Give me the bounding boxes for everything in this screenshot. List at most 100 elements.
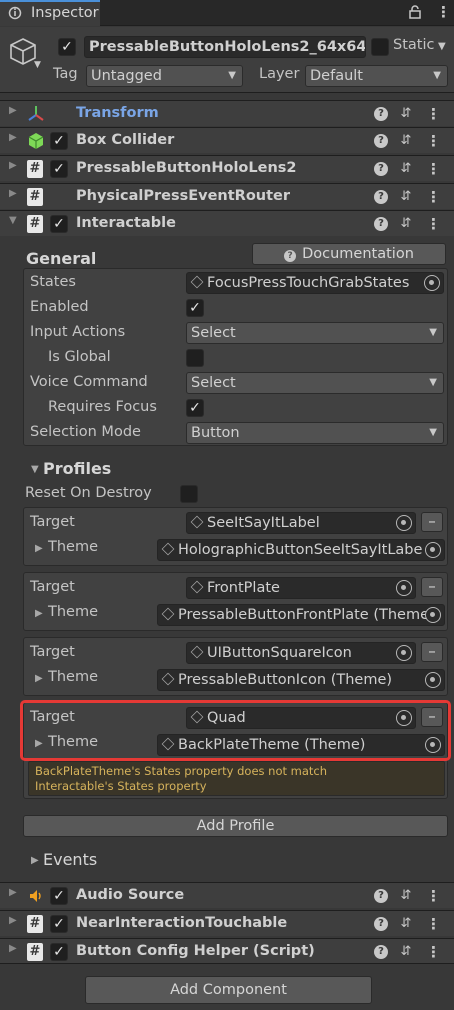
profile-target-field[interactable]: SeeItSayItLabel (186, 512, 416, 534)
component-near-interaction-touchable[interactable]: ▶ # ✓ NearInteractionTouchable ? ⇵ ⋮ (0, 910, 454, 936)
component-label: Transform (76, 105, 159, 121)
help-icon[interactable]: ? (374, 107, 388, 121)
component-enabled-checkbox[interactable]: ✓ (50, 943, 68, 961)
voice-command-dropdown[interactable]: Select ▼ (186, 372, 444, 394)
object-active-checkbox[interactable]: ✓ (58, 38, 76, 56)
kebab-menu-icon[interactable]: ⋮ (426, 161, 441, 177)
sliders-icon[interactable]: ⇵ (398, 216, 414, 232)
profile-theme-field[interactable]: PressableButtonFrontPlate (Theme (157, 604, 445, 626)
sliders-icon[interactable]: ⇵ (398, 106, 414, 122)
theme-expand-icon[interactable]: ▶ (35, 543, 43, 554)
profile-theme-field[interactable]: PressableButtonIcon (Theme) (157, 669, 445, 691)
kebab-menu-icon[interactable]: ⋮ (426, 216, 441, 232)
component-enabled-checkbox[interactable]: ✓ (50, 915, 68, 933)
tag-label: Tag (53, 66, 78, 82)
kebab-menu-icon[interactable]: ⋮ (426, 944, 441, 960)
profile-target-field[interactable]: UIButtonSquareIcon (186, 642, 416, 664)
component-enabled-checkbox[interactable]: ✓ (50, 215, 68, 233)
expand-arrow-icon[interactable]: ▶ (9, 188, 17, 199)
object-picker-icon[interactable] (425, 542, 441, 558)
object-picker-icon[interactable] (425, 607, 441, 623)
component-box-collider[interactable]: ▶ ✓ Box Collider ? ⇵ ⋮ (0, 127, 454, 153)
expand-arrow-icon[interactable]: ▶ (9, 887, 17, 898)
theme-expand-icon[interactable]: ▶ (35, 673, 43, 684)
kebab-menu-icon[interactable]: ⋮ (426, 888, 441, 904)
help-icon[interactable]: ? (374, 134, 388, 148)
kebab-menu-icon[interactable]: ⋮ (426, 189, 441, 205)
requires-focus-checkbox[interactable]: ✓ (186, 399, 204, 417)
component-actions: ? ⇵ ⋮ (374, 944, 444, 960)
remove-profile-button[interactable]: – (421, 642, 443, 662)
static-checkbox[interactable] (371, 38, 389, 56)
is-global-checkbox[interactable] (186, 349, 204, 367)
component-actions: ? ⇵ ⋮ (374, 161, 444, 177)
theme-expand-icon[interactable]: ▶ (35, 608, 43, 619)
component-enabled-checkbox[interactable]: ✓ (50, 160, 68, 178)
component-transform[interactable]: ▶ Transform ? ⇵ ⋮ (0, 100, 454, 126)
add-profile-button[interactable]: Add Profile (23, 815, 448, 837)
expand-arrow-icon[interactable]: ▶ (9, 915, 17, 926)
object-picker-icon[interactable] (396, 580, 412, 596)
sliders-icon[interactable]: ⇵ (398, 189, 414, 205)
help-icon[interactable]: ? (374, 945, 388, 959)
static-dropdown-icon[interactable]: ▼ (438, 41, 446, 52)
chevron-down-icon: ▼ (228, 70, 236, 81)
green-cube-icon (27, 132, 45, 150)
help-icon[interactable]: ? (374, 190, 388, 204)
component-actions: ? ⇵ ⋮ (374, 888, 444, 904)
reset-on-destroy-checkbox[interactable] (180, 485, 198, 503)
sliders-icon[interactable]: ⇵ (398, 916, 414, 932)
object-picker-icon[interactable] (396, 515, 412, 531)
help-icon[interactable]: ? (374, 217, 388, 231)
object-picker-icon[interactable] (396, 645, 412, 661)
warning-text: Interactable's States property (35, 779, 207, 793)
gameobject-icon (190, 580, 204, 594)
expand-arrow-icon[interactable]: ▶ (9, 132, 17, 143)
object-name-field[interactable]: PressableButtonHoloLens2_64x64(C (84, 36, 366, 58)
help-icon[interactable]: ? (374, 889, 388, 903)
component-button-config-helper[interactable]: ▶ # ✓ Button Config Helper (Script) ? ⇵ ⋮ (0, 938, 454, 964)
help-icon[interactable]: ? (374, 162, 388, 176)
collapse-arrow-icon[interactable]: ▼ (9, 215, 17, 226)
tab-inspector[interactable]: Inspector (0, 0, 100, 26)
help-icon[interactable]: ? (374, 917, 388, 931)
enabled-checkbox[interactable]: ✓ (186, 299, 204, 317)
component-pressable-button[interactable]: ▶ # ✓ PressableButtonHoloLens2 ? ⇵ ⋮ (0, 155, 454, 181)
states-label: States (30, 274, 76, 290)
sliders-icon[interactable]: ⇵ (398, 133, 414, 149)
expand-arrow-icon[interactable]: ▶ (9, 943, 17, 954)
sliders-icon[interactable]: ⇵ (398, 944, 414, 960)
component-audio-source[interactable]: ▶ ✓ Audio Source ? ⇵ ⋮ (0, 882, 454, 908)
profile-target-field[interactable]: FrontPlate (186, 577, 416, 599)
profiles-collapse-icon[interactable]: ▼ (31, 464, 39, 475)
input-actions-dropdown[interactable]: Select ▼ (186, 322, 444, 344)
events-expand-icon[interactable]: ▶ (31, 855, 39, 866)
profile-theme-label: Theme (48, 539, 99, 555)
object-picker-icon[interactable] (425, 672, 441, 688)
lock-icon[interactable] (408, 5, 422, 19)
kebab-menu-icon[interactable]: ⋮ (426, 916, 441, 932)
tag-dropdown[interactable]: Untagged ▼ (86, 65, 243, 87)
component-enabled-checkbox[interactable]: ✓ (50, 887, 68, 905)
cube-dropdown-icon[interactable]: ▼ (34, 60, 41, 70)
transform-axes-icon (27, 105, 45, 123)
documentation-button[interactable]: ? Documentation (252, 243, 446, 265)
object-picker-icon[interactable] (424, 275, 440, 291)
remove-profile-button[interactable]: – (421, 577, 443, 597)
selection-mode-dropdown[interactable]: Button ▼ (186, 422, 444, 444)
add-component-button[interactable]: Add Component (85, 976, 372, 1004)
kebab-menu-icon[interactable]: ⋮ (426, 133, 441, 149)
expand-arrow-icon[interactable]: ▶ (9, 105, 17, 116)
component-enabled-checkbox[interactable]: ✓ (50, 132, 68, 150)
expand-arrow-icon[interactable]: ▶ (9, 160, 17, 171)
sliders-icon[interactable]: ⇵ (398, 888, 414, 904)
states-field[interactable]: FocusPressTouchGrabStates (186, 272, 444, 294)
profile-theme-field[interactable]: HolographicButtonSeeItSayItLabe (157, 539, 445, 561)
component-physical-press-router[interactable]: ▶ # PhysicalPressEventRouter ? ⇵ ⋮ (0, 183, 454, 209)
layer-dropdown[interactable]: Default ▼ (305, 65, 448, 87)
component-interactable[interactable]: ▼ # ✓ Interactable ? ⇵ ⋮ (0, 210, 454, 236)
kebab-menu-icon[interactable]: ⋮ (436, 3, 451, 21)
sliders-icon[interactable]: ⇵ (398, 161, 414, 177)
remove-profile-button[interactable]: – (421, 512, 443, 532)
kebab-menu-icon[interactable]: ⋮ (426, 106, 441, 122)
